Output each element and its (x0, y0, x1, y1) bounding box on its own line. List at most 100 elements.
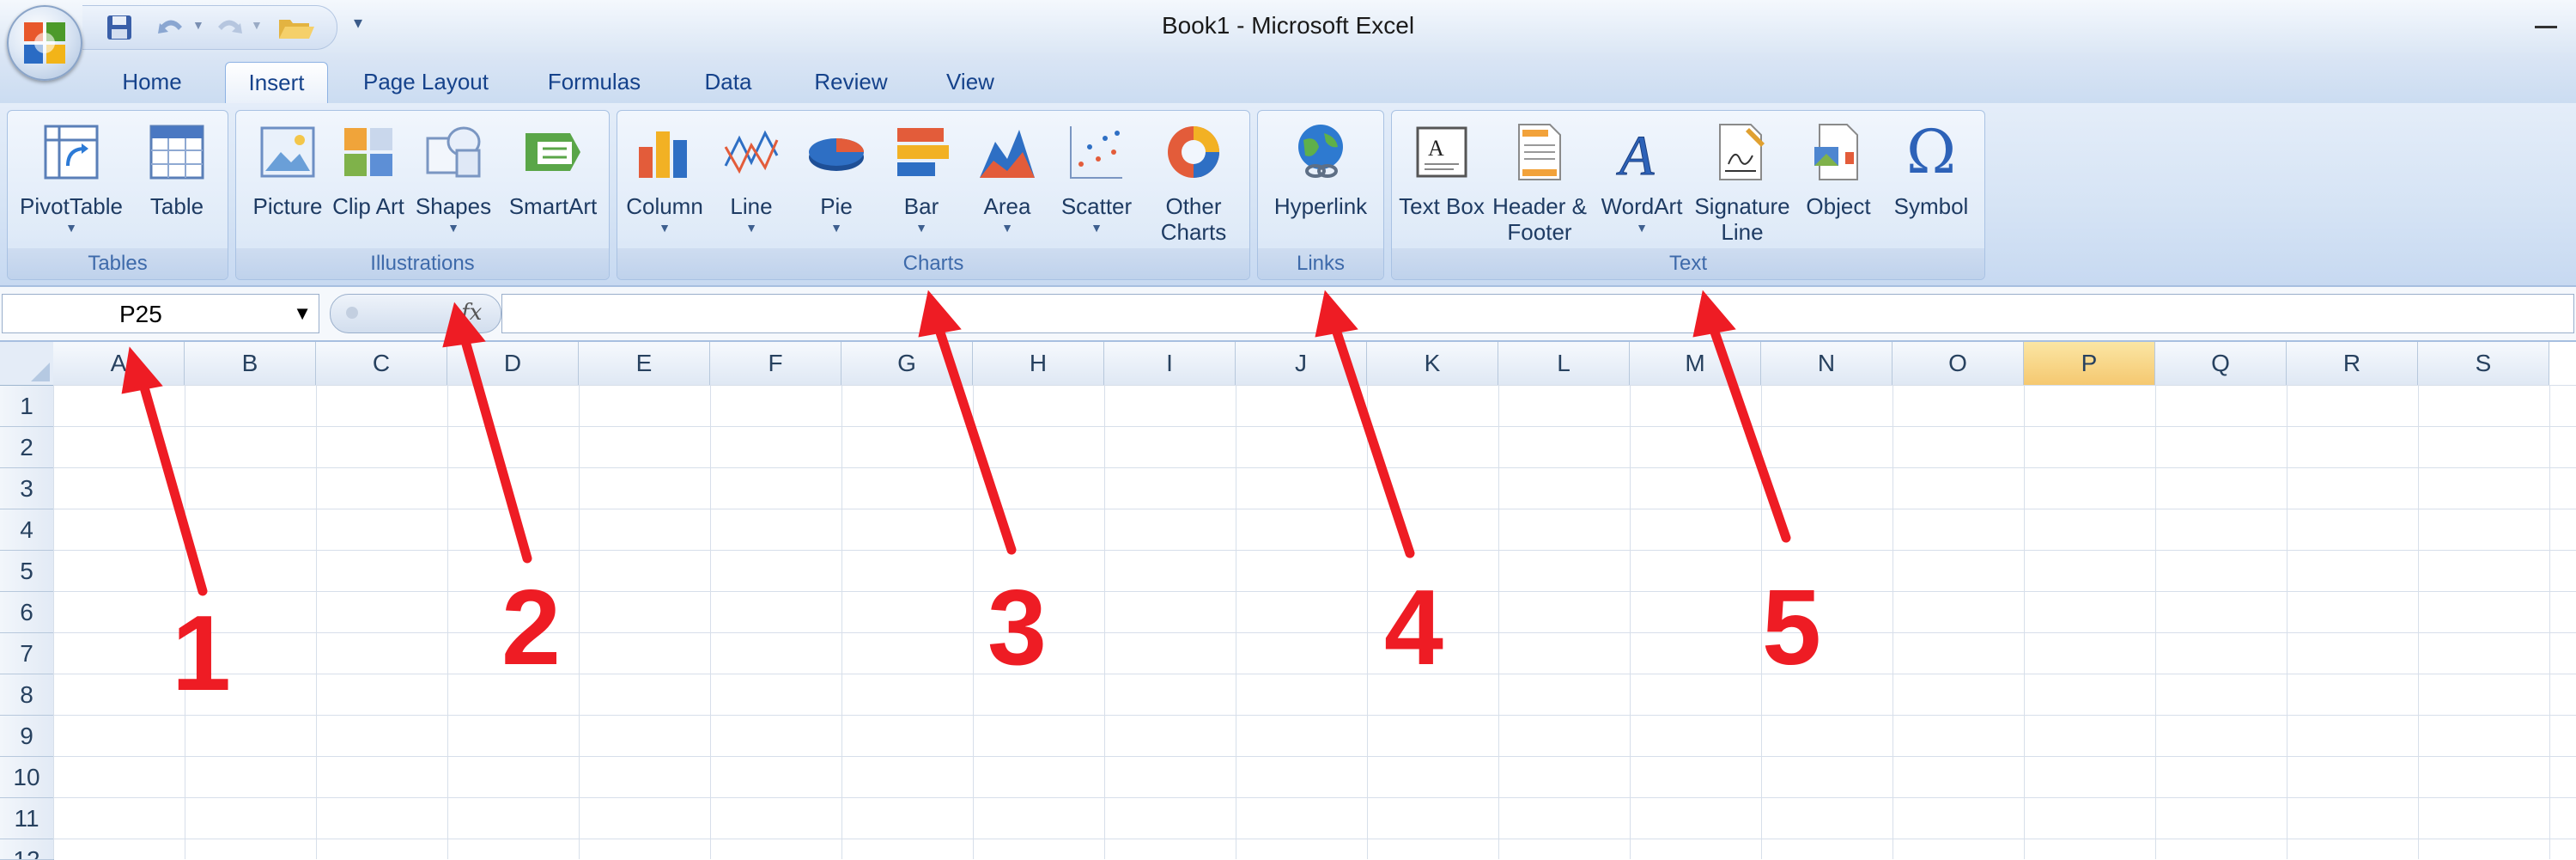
group-links: Hyperlink Links (1257, 110, 1384, 280)
name-box-dropdown-icon[interactable]: ▼ (293, 302, 312, 325)
window-title: Book1 - Microsoft Excel (1161, 12, 1415, 39)
column-header-d[interactable]: D (447, 342, 579, 386)
row-header-1[interactable]: 1 (0, 386, 54, 427)
column-header-r[interactable]: R (2287, 342, 2418, 386)
table-icon (149, 125, 204, 180)
wordart-button[interactable]: A WordArt ▼ (1593, 111, 1691, 248)
group-charts: Column ▼ Line ▼ Pie ▼ Bar ▼ Area ▼ Scatt… (617, 110, 1250, 280)
wordart-label: WordArt (1601, 193, 1683, 219)
column-header-q[interactable]: Q (2155, 342, 2287, 386)
column-header-e[interactable]: E (579, 342, 710, 386)
group-label-text: Text (1392, 248, 1984, 279)
insert-function-icon[interactable]: fx (461, 300, 482, 326)
textbox-button[interactable]: A Text Box (1397, 111, 1486, 248)
name-box[interactable]: P25 ▼ (2, 294, 319, 333)
shapes-label: Shapes (415, 193, 492, 219)
worksheet: A B C D E F G H I J K L M N O P Q R S 1 … (0, 342, 2576, 860)
scatter-dropdown-icon: ▼ (1091, 221, 1103, 235)
textbox-label: Text Box (1399, 193, 1485, 219)
column-header-h[interactable]: H (973, 342, 1104, 386)
tab-view[interactable]: View (929, 62, 1012, 103)
tab-insert[interactable]: Insert (225, 62, 328, 104)
column-header-b[interactable]: B (185, 342, 316, 386)
tab-home[interactable]: Home (101, 62, 203, 103)
tab-formulas[interactable]: Formulas (526, 62, 663, 103)
omega-icon: Ω (1905, 117, 1957, 187)
symbol-button[interactable]: Ω Symbol (1883, 111, 1979, 248)
annotation-3: 3 (987, 569, 1047, 687)
scatter-chart-button[interactable]: Scatter ▼ (1050, 111, 1143, 248)
pie-chart-label: Pie (820, 193, 853, 219)
line-chart-button[interactable]: Line ▼ (708, 111, 794, 248)
row-header-4[interactable]: 4 (0, 509, 54, 551)
clipart-button[interactable]: Clip Art (332, 111, 404, 248)
row-header-3[interactable]: 3 (0, 468, 54, 509)
object-label: Object (1806, 193, 1871, 219)
column-header-s[interactable]: S (2418, 342, 2549, 386)
column-header-g[interactable]: G (841, 342, 973, 386)
select-all-button[interactable] (0, 342, 54, 386)
row-header-9[interactable]: 9 (0, 716, 54, 757)
line-chart-label: Line (730, 193, 773, 219)
formula-pill: fx (330, 294, 501, 333)
column-chart-button[interactable]: Column ▼ (621, 111, 708, 248)
select-all-icon (31, 363, 50, 381)
tab-page-layout[interactable]: Page Layout (347, 62, 505, 103)
textbox-icon: A (1416, 126, 1467, 178)
column-header-l[interactable]: L (1498, 342, 1630, 386)
signature-line-label: Signature Line (1694, 193, 1790, 245)
cell-grid[interactable] (53, 385, 2576, 859)
bar-chart-button[interactable]: Bar ▼ (878, 111, 964, 248)
other-charts-icon (1168, 126, 1219, 178)
row-header-8[interactable]: 8 (0, 674, 54, 716)
row-header-10[interactable]: 10 (0, 757, 54, 798)
header-footer-button[interactable]: Header & Footer (1486, 111, 1593, 248)
row-header-6[interactable]: 6 (0, 592, 54, 633)
smartart-button[interactable]: SmartArt (502, 111, 604, 248)
bar-dropdown-icon: ▼ (915, 221, 927, 235)
column-header-n[interactable]: N (1761, 342, 1893, 386)
table-button[interactable]: Table (131, 111, 222, 248)
column-header-o[interactable]: O (1893, 342, 2024, 386)
signature-line-button[interactable]: Signature Line (1691, 111, 1794, 248)
row-header-11[interactable]: 11 (0, 798, 54, 839)
area-chart-button[interactable]: Area ▼ (964, 111, 1050, 248)
row-header-2[interactable]: 2 (0, 427, 54, 468)
hyperlink-button[interactable]: Hyperlink (1261, 111, 1380, 248)
shapes-dropdown-icon: ▼ (447, 221, 459, 235)
other-charts-button[interactable]: Other Charts (1143, 111, 1244, 248)
clipart-icon (344, 128, 392, 176)
hyperlink-label: Hyperlink (1273, 193, 1368, 219)
formula-input[interactable] (501, 294, 2574, 333)
row-header-5[interactable]: 5 (0, 551, 54, 592)
row-header-12[interactable]: 12 (0, 839, 54, 860)
tab-data[interactable]: Data (683, 62, 773, 103)
column-header-m[interactable]: M (1630, 342, 1761, 386)
picture-button[interactable]: Picture (243, 111, 332, 248)
minimize-icon[interactable] (2535, 26, 2557, 28)
column-chart-label: Column (626, 193, 703, 219)
row-header-7[interactable]: 7 (0, 633, 54, 674)
column-header-c[interactable]: C (316, 342, 447, 386)
signature-line-icon (1719, 124, 1765, 180)
object-button[interactable]: Object (1794, 111, 1883, 248)
column-header-j[interactable]: J (1236, 342, 1367, 386)
dot-icon (346, 307, 358, 319)
column-header-a[interactable]: A (53, 342, 185, 386)
smartart-label: SmartArt (508, 193, 598, 219)
table-label: Table (149, 193, 204, 219)
pie-chart-button[interactable]: Pie ▼ (794, 111, 878, 248)
pivottable-button[interactable]: PivotTable ▼ (11, 111, 131, 248)
ribbon-tabs: Home Insert Page Layout Formulas Data Re… (0, 53, 2576, 104)
office-button[interactable] (7, 5, 82, 81)
title-bar: ▼ ▼ ▾ Book1 - Microsoft Excel (0, 0, 2576, 53)
column-header-i[interactable]: I (1104, 342, 1236, 386)
shapes-button[interactable]: Shapes ▼ (404, 111, 502, 248)
column-header-p[interactable]: P (2024, 342, 2155, 386)
column-header-k[interactable]: K (1367, 342, 1498, 386)
name-box-value: P25 (119, 301, 162, 327)
tab-review[interactable]: Review (793, 62, 908, 103)
column-header-f[interactable]: F (710, 342, 841, 386)
line-dropdown-icon: ▼ (745, 221, 757, 235)
ribbon: PivotTable ▼ Table Tables Picture Clip A… (0, 103, 2576, 287)
